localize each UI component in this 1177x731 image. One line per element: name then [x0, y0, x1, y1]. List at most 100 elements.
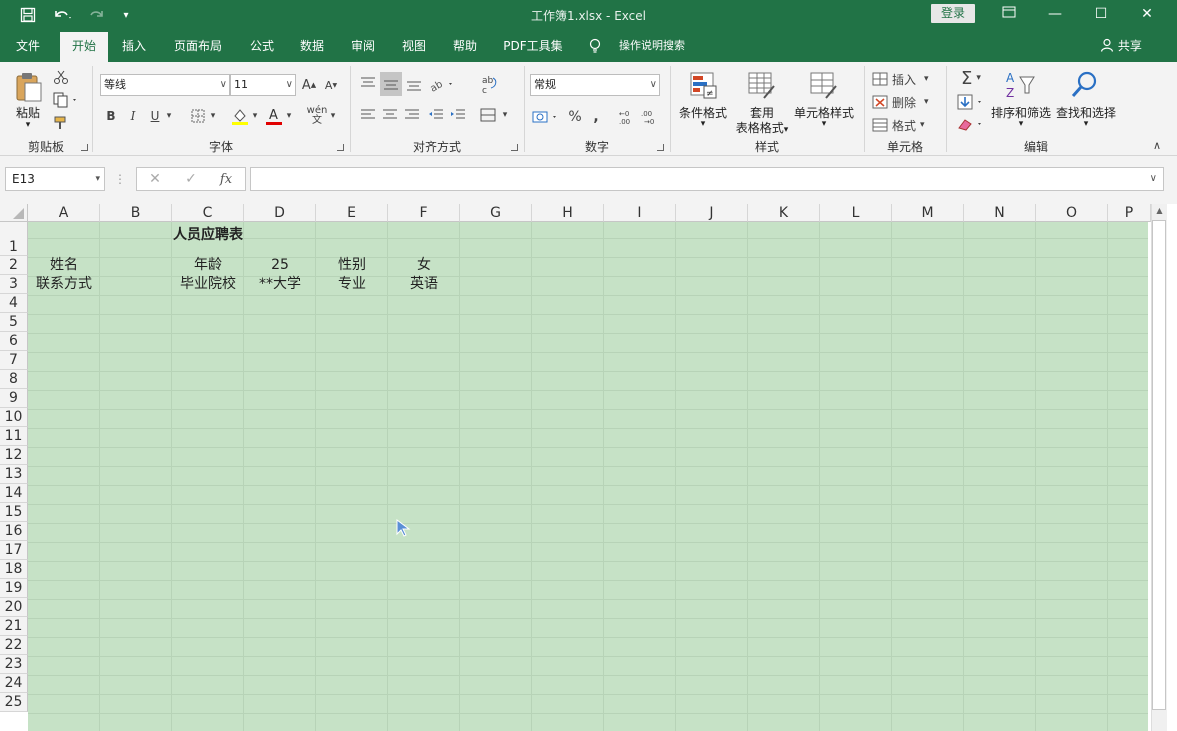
- increase-decimal-icon[interactable]: ←0.00: [616, 106, 638, 128]
- row-header-2[interactable]: 2: [0, 256, 28, 275]
- sort-filter-icon[interactable]: AZ: [1000, 68, 1040, 102]
- row-header-21[interactable]: 21: [0, 617, 28, 636]
- phonetic-dropdown-icon[interactable]: ▾: [328, 106, 338, 126]
- row-header-18[interactable]: 18: [0, 560, 28, 579]
- row-header-9[interactable]: 9: [0, 389, 28, 408]
- name-box[interactable]: E13 ▾: [5, 167, 105, 191]
- conditional-format-icon[interactable]: ≠: [686, 68, 720, 102]
- row-header-10[interactable]: 10: [0, 408, 28, 427]
- login-button[interactable]: 登录: [931, 4, 975, 23]
- tab-help[interactable]: 帮助: [445, 30, 485, 62]
- row-header-16[interactable]: 16: [0, 522, 28, 541]
- delete-cells-button[interactable]: 删除 ▾: [872, 93, 942, 111]
- underline-dropdown-icon[interactable]: ▾: [164, 106, 174, 126]
- column-header-h[interactable]: H: [532, 204, 604, 222]
- row-header-4[interactable]: 4: [0, 294, 28, 313]
- cancel-icon[interactable]: ✕: [145, 170, 165, 188]
- row-header-13[interactable]: 13: [0, 465, 28, 484]
- formula-input[interactable]: ∨: [250, 167, 1164, 191]
- row-header-12[interactable]: 12: [0, 446, 28, 465]
- sort-dropdown-icon[interactable]: ▾: [990, 119, 1052, 129]
- tell-me-search[interactable]: 操作说明搜索: [612, 30, 692, 62]
- row-header-17[interactable]: 17: [0, 541, 28, 560]
- column-header-d[interactable]: D: [244, 204, 316, 222]
- tab-home[interactable]: 开始: [60, 32, 108, 62]
- column-header-a[interactable]: A: [28, 204, 100, 222]
- cell-e2[interactable]: 性别: [316, 256, 388, 275]
- column-header-k[interactable]: K: [748, 204, 820, 222]
- row-header-22[interactable]: 22: [0, 636, 28, 655]
- row-header-11[interactable]: 11: [0, 427, 28, 446]
- decrease-indent-icon[interactable]: [426, 104, 446, 126]
- column-header-j[interactable]: J: [676, 204, 748, 222]
- autosum-icon[interactable]: Σ ▾: [954, 68, 988, 89]
- fill-icon[interactable]: [954, 92, 988, 112]
- row-header-23[interactable]: 23: [0, 655, 28, 674]
- italic-button[interactable]: I: [124, 106, 142, 126]
- scroll-up-icon[interactable]: ▲: [1154, 206, 1165, 218]
- merge-center-icon[interactable]: [478, 104, 498, 126]
- tab-formulas[interactable]: 公式: [242, 30, 282, 62]
- fill-dropdown-icon[interactable]: ▾: [250, 106, 260, 126]
- row-header-7[interactable]: 7: [0, 351, 28, 370]
- find-select-icon[interactable]: [1068, 68, 1102, 102]
- tab-review[interactable]: 审阅: [343, 30, 383, 62]
- column-header-l[interactable]: L: [820, 204, 892, 222]
- tab-view[interactable]: 视图: [394, 30, 434, 62]
- row-header-25[interactable]: 25: [0, 693, 28, 712]
- clear-icon[interactable]: [954, 114, 988, 134]
- row-header-8[interactable]: 8: [0, 370, 28, 389]
- find-dropdown-icon[interactable]: ▾: [1054, 119, 1118, 129]
- insert-function-button[interactable]: fx: [215, 170, 237, 188]
- close-icon[interactable]: ✕: [1135, 5, 1159, 25]
- select-all-corner[interactable]: [0, 204, 28, 222]
- insert-cells-button[interactable]: 插入 ▾: [872, 70, 942, 88]
- font-color-icon[interactable]: A: [264, 104, 284, 128]
- column-header-b[interactable]: B: [100, 204, 172, 222]
- cell-styles-icon[interactable]: [806, 68, 840, 102]
- row-header-3[interactable]: 3: [0, 275, 28, 294]
- align-middle-icon[interactable]: [380, 72, 402, 96]
- cell-e3[interactable]: 专业: [316, 275, 388, 294]
- maximize-icon[interactable]: ☐: [1089, 5, 1113, 25]
- paste-icon[interactable]: [12, 70, 46, 104]
- align-left-icon[interactable]: [358, 104, 378, 126]
- row-header-1[interactable]: 1: [0, 222, 28, 256]
- column-header-g[interactable]: G: [460, 204, 532, 222]
- merge-dropdown-icon[interactable]: ▾: [500, 104, 510, 126]
- cut-icon[interactable]: [52, 68, 70, 86]
- align-bottom-icon[interactable]: [404, 72, 424, 96]
- increase-font-icon[interactable]: A ▲: [300, 76, 318, 94]
- row-header-14[interactable]: 14: [0, 484, 28, 503]
- increase-indent-icon[interactable]: [448, 104, 468, 126]
- font-name-select[interactable]: 等线 ∨: [100, 74, 230, 96]
- column-header-i[interactable]: I: [604, 204, 676, 222]
- format-cells-button[interactable]: 格式 ▾: [872, 116, 942, 134]
- decrease-decimal-icon[interactable]: .00 →0: [639, 106, 661, 128]
- alignment-launcher-icon[interactable]: [511, 144, 518, 151]
- format-as-table-icon[interactable]: [744, 68, 778, 102]
- column-header-f[interactable]: F: [388, 204, 460, 222]
- comma-button[interactable]: ,: [588, 106, 604, 128]
- ribbon-display-icon[interactable]: [997, 5, 1021, 25]
- decrease-font-icon[interactable]: A ▼: [322, 76, 340, 94]
- cell-grid[interactable]: 人员应聘表 姓名 年龄 25 性别女联系方式 毕业院校 **大学 专业 英语: [28, 222, 1148, 731]
- cell-d2[interactable]: 25: [244, 256, 316, 275]
- scrollbar-thumb[interactable]: [1152, 220, 1166, 710]
- font-size-select[interactable]: 11 ∨: [230, 74, 296, 96]
- tab-pdf-tools[interactable]: PDF工具集: [498, 30, 568, 62]
- cell-f2[interactable]: 女: [388, 256, 460, 275]
- row-header-6[interactable]: 6: [0, 332, 28, 351]
- more-options-icon[interactable]: ⋮: [114, 170, 126, 188]
- cell-a3[interactable]: 联系方式: [28, 275, 100, 294]
- row-header-19[interactable]: 19: [0, 579, 28, 598]
- tab-file[interactable]: 文件: [6, 30, 50, 62]
- conditional-dropdown-icon[interactable]: ▾: [674, 119, 732, 129]
- column-header-o[interactable]: O: [1036, 204, 1108, 222]
- number-launcher-icon[interactable]: [657, 144, 664, 151]
- phonetic-icon[interactable]: wén 文: [306, 104, 328, 128]
- collapse-ribbon-icon[interactable]: ∧: [1150, 138, 1164, 152]
- row-header-24[interactable]: 24: [0, 674, 28, 693]
- cell-styles-dropdown-icon[interactable]: ▾: [790, 119, 858, 129]
- column-header-e[interactable]: E: [316, 204, 388, 222]
